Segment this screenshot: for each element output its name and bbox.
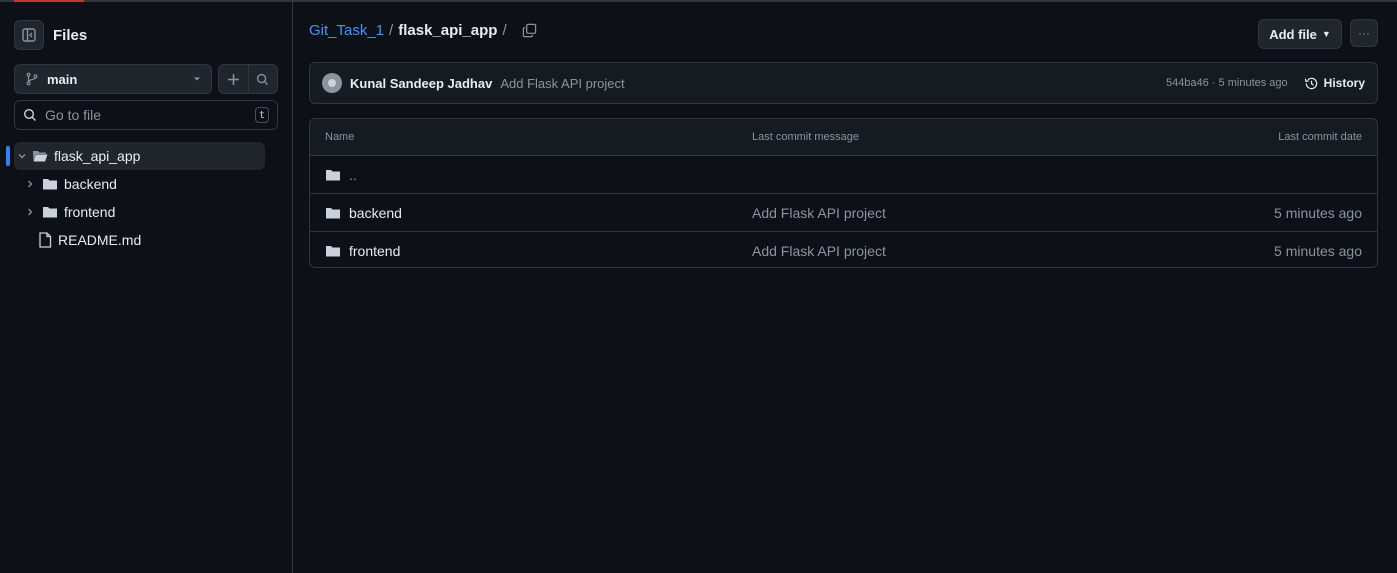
go-to-file-field[interactable]: t — [14, 100, 278, 130]
file-tree-sidebar: Files main Go to file t flask_api_app ba… — [0, 2, 293, 573]
latest-commit-bar: Kunal Sandeep Jadhav Add Flask API proje… — [309, 62, 1378, 104]
file-list-table: Name Last commit message Last commit dat… — [309, 118, 1378, 268]
add-file-label: Add file — [1269, 26, 1317, 42]
search-icon — [23, 108, 36, 121]
folder-icon — [43, 179, 57, 190]
sidebar-actions-group — [218, 64, 278, 94]
copy-icon — [522, 23, 536, 38]
main-content: Git_Task_1 / flask_api_app / Add file ▼ … — [294, 2, 1397, 573]
breadcrumb-separator: / — [389, 22, 394, 39]
chevron-right-icon[interactable] — [22, 207, 38, 217]
row-commit-date: 5 minutes ago — [1274, 243, 1362, 259]
tree-item-label: backend — [64, 176, 117, 192]
search-icon — [257, 73, 269, 85]
table-row[interactable]: backend Add Flask API project 5 minutes … — [310, 194, 1377, 232]
kebab-horizontal-icon: ··· — [1358, 26, 1370, 40]
sidebar-title: Files — [53, 26, 88, 44]
sidebar-header: Files — [14, 20, 87, 50]
commit-meta: 544ba46 · 5 minutes ago History — [1166, 76, 1365, 91]
table-header: Name Last commit message Last commit dat… — [310, 119, 1377, 156]
row-commit-message[interactable]: Add Flask API project — [752, 243, 886, 259]
history-label: History — [1323, 76, 1365, 90]
table-row[interactable]: frontend Add Flask API project 5 minutes… — [310, 232, 1377, 267]
commit-author[interactable]: Kunal Sandeep Jadhav — [350, 76, 492, 91]
parent-directory-label: .. — [349, 166, 357, 183]
tree-item-label: README.md — [58, 232, 142, 248]
tree-item-readme[interactable]: README.md — [0, 226, 293, 254]
file-name-link[interactable]: backend — [325, 205, 402, 221]
branch-name: main — [47, 71, 78, 87]
author-avatar[interactable] — [322, 73, 342, 93]
breadcrumb-separator: / — [502, 22, 507, 39]
collapse-sidebar-button[interactable] — [14, 20, 44, 50]
tree-item-frontend[interactable]: frontend — [0, 198, 293, 226]
plus-icon — [227, 73, 239, 85]
folder-icon — [326, 169, 340, 180]
row-commit-message[interactable]: Add Flask API project — [752, 205, 886, 221]
keyboard-shortcut-hint: t — [255, 107, 269, 123]
search-files-button[interactable] — [249, 65, 278, 93]
folder-icon — [326, 207, 340, 218]
add-file-icon-button[interactable] — [219, 65, 249, 93]
chevron-down-icon[interactable] — [14, 151, 30, 161]
header-last-commit-message: Last commit message — [752, 131, 859, 143]
branch-selector-button[interactable]: main — [14, 64, 212, 94]
copy-path-button[interactable] — [522, 23, 537, 38]
table-row-parent-directory[interactable]: .. — [310, 156, 1377, 194]
branch-row: main — [14, 64, 278, 94]
chevron-right-icon[interactable] — [22, 179, 38, 189]
breadcrumb-current-folder: flask_api_app — [398, 22, 498, 39]
commit-sha-time[interactable]: 544ba46 · 5 minutes ago — [1166, 77, 1288, 89]
file-name-link[interactable]: frontend — [325, 243, 400, 259]
folder-open-icon — [33, 151, 48, 162]
sidebar-collapse-icon — [22, 28, 36, 42]
breadcrumb-repo-link[interactable]: Git_Task_1 — [309, 22, 384, 39]
header-name: Name — [325, 131, 355, 143]
caret-down-icon: ▼ — [1321, 29, 1331, 39]
commit-message[interactable]: Add Flask API project — [500, 76, 624, 91]
chevron-down-icon — [194, 77, 200, 81]
add-file-button[interactable]: Add file ▼ — [1258, 19, 1342, 49]
tree-item-backend[interactable]: backend — [0, 170, 293, 198]
history-icon — [1304, 77, 1317, 89]
go-to-file-input[interactable] — [45, 107, 255, 123]
file-name: backend — [349, 204, 402, 221]
file-icon — [39, 232, 52, 248]
git-branch-icon — [26, 72, 38, 86]
parent-directory-link[interactable]: .. — [325, 167, 357, 183]
tree-item-label: flask_api_app — [54, 148, 141, 164]
folder-icon — [43, 207, 57, 218]
folder-icon — [326, 246, 340, 257]
more-options-button[interactable]: ··· — [1350, 19, 1378, 47]
breadcrumb: Git_Task_1 / flask_api_app / — [309, 22, 537, 39]
file-name: frontend — [349, 243, 401, 259]
header-last-commit-date: Last commit date — [1278, 131, 1362, 143]
history-button[interactable]: History — [1304, 76, 1365, 91]
tree-item-flask-api-app[interactable]: flask_api_app — [6, 142, 265, 170]
file-tree: flask_api_app backend frontend README.md — [0, 142, 293, 254]
tree-item-label: frontend — [64, 204, 116, 220]
row-commit-date: 5 minutes ago — [1274, 204, 1362, 221]
